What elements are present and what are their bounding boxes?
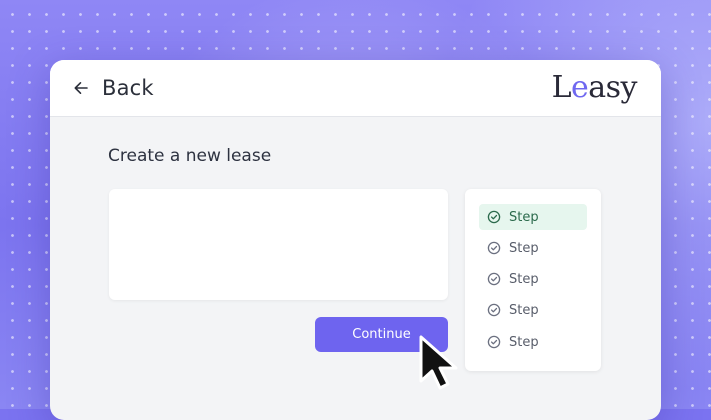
step-label: Step bbox=[509, 209, 539, 225]
logo-letter-e: e bbox=[571, 70, 589, 105]
leasy-logo: Le asy bbox=[551, 70, 638, 106]
mouse-pointer-icon bbox=[419, 335, 458, 390]
back-button[interactable]: Back bbox=[72, 76, 154, 100]
logo-letters-asy: asy bbox=[588, 70, 637, 105]
step-item[interactable]: Step bbox=[479, 266, 587, 292]
logo-letter-l: L bbox=[551, 70, 572, 105]
step-label: Step bbox=[509, 240, 539, 256]
step-item[interactable]: Step bbox=[479, 297, 587, 323]
check-circle-icon bbox=[487, 303, 501, 317]
app-window: Back Le asy Create a new lease Continue S… bbox=[50, 60, 661, 420]
page-title: Create a new lease bbox=[108, 146, 272, 166]
step-item[interactable]: Step bbox=[479, 204, 587, 230]
step-label: Step bbox=[509, 302, 539, 318]
top-bar: Back Le asy bbox=[50, 60, 661, 117]
step-label: Step bbox=[509, 271, 539, 287]
check-circle-icon bbox=[487, 272, 501, 286]
step-item[interactable]: Step bbox=[479, 329, 587, 355]
step-item[interactable]: Step bbox=[479, 235, 587, 261]
check-circle-icon bbox=[487, 241, 501, 255]
check-circle-icon bbox=[487, 210, 501, 224]
steps-panel: Step Step Step Step Step bbox=[465, 189, 601, 371]
step-label: Step bbox=[509, 334, 539, 350]
check-circle-icon bbox=[487, 335, 501, 349]
lease-form-card[interactable] bbox=[109, 189, 448, 300]
arrow-left-icon bbox=[74, 82, 88, 94]
back-label: Back bbox=[102, 76, 154, 100]
